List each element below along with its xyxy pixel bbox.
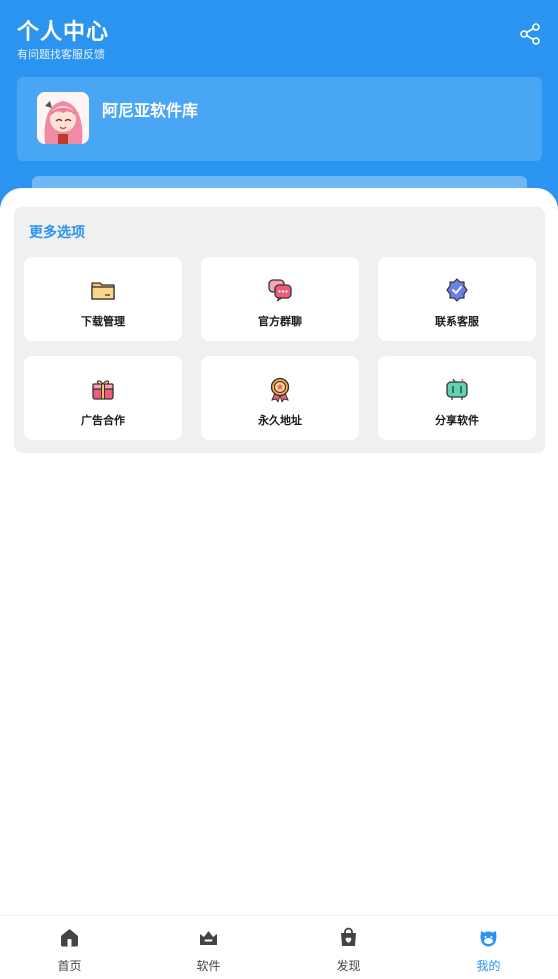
profile-name: 阿尼亚软件库 xyxy=(102,101,199,120)
bottom-tab-bar: 首页 软件 发现 我的 xyxy=(0,915,558,979)
share-icon[interactable] xyxy=(518,22,542,46)
profile-card[interactable]: 阿尼亚软件库 xyxy=(17,77,542,161)
verified-badge-icon xyxy=(444,277,470,303)
more-options-panel: 更多选项 下载管理 官方群聊 联系客服 广告合作 永久地址 分享软件 xyxy=(14,207,545,453)
option-contact-support[interactable]: 联系客服 xyxy=(378,257,536,341)
cat-face-icon xyxy=(478,927,499,948)
option-label: 分享软件 xyxy=(435,414,479,427)
option-permanent-address[interactable]: 永久地址 xyxy=(201,356,359,440)
tv-icon xyxy=(444,376,470,402)
option-download-manager[interactable]: 下载管理 xyxy=(24,257,182,341)
tab-label: 软件 xyxy=(196,959,221,973)
home-icon xyxy=(59,927,80,948)
bag-heart-icon xyxy=(338,927,359,948)
option-label: 广告合作 xyxy=(81,414,125,427)
page-title: 个人中心 xyxy=(17,20,110,45)
option-label: 联系客服 xyxy=(435,315,479,328)
tab-software[interactable]: 软件 xyxy=(139,916,278,979)
option-label: 官方群聊 xyxy=(258,315,302,328)
option-label: 永久地址 xyxy=(258,414,302,427)
crown-box-icon xyxy=(198,927,219,948)
option-share-software[interactable]: 分享软件 xyxy=(378,356,536,440)
more-options-title: 更多选项 xyxy=(29,225,85,241)
page-subtitle: 有问题找客服反馈 xyxy=(17,48,105,61)
medal-icon xyxy=(267,376,293,404)
tab-home[interactable]: 首页 xyxy=(0,916,139,979)
chat-icon xyxy=(267,277,293,303)
tab-label: 我的 xyxy=(476,959,501,973)
header: 个人中心 有问题找客服反馈 阿尼亚软件库 xyxy=(0,0,558,220)
gift-icon xyxy=(90,376,116,402)
option-official-group[interactable]: 官方群聊 xyxy=(201,257,359,341)
avatar[interactable] xyxy=(37,92,89,144)
tab-mine[interactable]: 我的 xyxy=(419,916,558,979)
tab-label: 发现 xyxy=(336,959,361,973)
tab-label: 首页 xyxy=(57,959,82,973)
tab-discover[interactable]: 发现 xyxy=(279,916,418,979)
option-ad-cooperation[interactable]: 广告合作 xyxy=(24,356,182,440)
option-label: 下载管理 xyxy=(81,315,125,328)
folder-icon xyxy=(90,277,116,303)
